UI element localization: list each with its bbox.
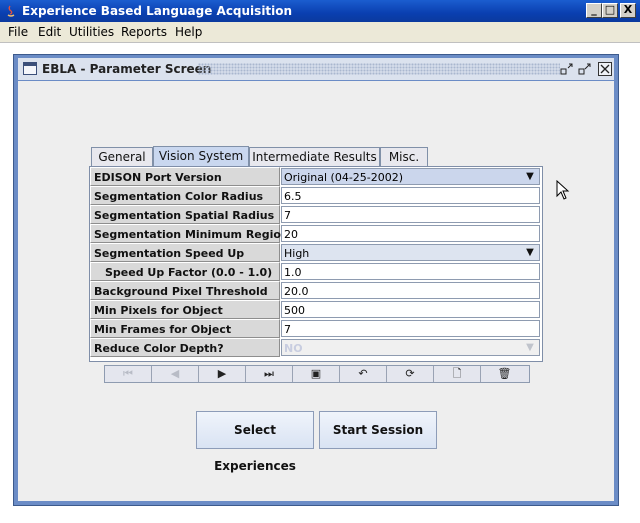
previous-record-icon: ◀ xyxy=(170,367,180,380)
param-label: Segmentation Minimum Region xyxy=(90,224,289,243)
background-threshold-field[interactable]: 20.0 xyxy=(281,282,540,299)
table-row: Segmentation Color Radius 6.5 xyxy=(90,186,542,205)
table-row: EDISON Port Version Original (04-25-2002… xyxy=(90,167,542,186)
frame-window-icon xyxy=(23,62,37,75)
next-record-icon: ▶ xyxy=(217,367,227,380)
table-row: Background Pixel Threshold 20.0 xyxy=(90,281,542,300)
param-label: EDISON Port Version xyxy=(90,167,280,186)
tab-misc[interactable]: Misc. xyxy=(380,147,428,166)
previous-record-button[interactable]: ◀ xyxy=(152,366,199,382)
table-row: Segmentation Speed Up High ▼ xyxy=(90,243,542,262)
menu-bar: File Edit Utilities Reports Help xyxy=(0,22,640,42)
undo-icon: ↶ xyxy=(358,367,368,380)
save-icon: ▣ xyxy=(310,367,322,380)
table-row: Min Pixels for Object 500 xyxy=(90,300,542,319)
menu-edit[interactable]: Edit xyxy=(38,25,61,39)
last-record-icon: ⏭ xyxy=(264,367,274,380)
parameter-table: EDISON Port Version Original (04-25-2002… xyxy=(89,166,543,362)
menu-file[interactable]: File xyxy=(8,25,28,39)
last-record-button[interactable]: ⏭ xyxy=(246,366,293,382)
frame-minimize-icon[interactable] xyxy=(560,62,574,76)
param-label: Background Pixel Threshold xyxy=(90,281,280,300)
min-frames-field[interactable]: 7 xyxy=(281,320,540,337)
param-value: NO xyxy=(284,342,303,355)
param-label: Speed Up Factor (0.0 - 1.0) xyxy=(90,262,280,281)
chevron-down-icon[interactable]: ▼ xyxy=(521,245,539,260)
undo-button[interactable]: ↶ xyxy=(340,366,387,382)
speed-up-factor-field[interactable]: 1.0 xyxy=(281,263,540,280)
param-value: High xyxy=(284,247,310,260)
start-session-button[interactable]: Start Session xyxy=(319,411,437,449)
table-row: Speed Up Factor (0.0 - 1.0) 1.0 xyxy=(90,262,542,281)
chevron-down-icon[interactable]: ▼ xyxy=(521,169,539,184)
frame-close-icon[interactable] xyxy=(598,62,612,76)
record-navigator: ⏮ ◀ ▶ ⏭ ▣ ↶ ⟳ 🗋 🗑 xyxy=(104,365,530,383)
param-label: Segmentation Spatial Radius xyxy=(90,205,280,224)
min-pixels-field[interactable]: 500 xyxy=(281,301,540,318)
table-row: Segmentation Spatial Radius 7 xyxy=(90,205,542,224)
delete-icon: 🗑 xyxy=(497,367,512,380)
table-row: Min Frames for Object 7 xyxy=(90,319,542,338)
table-row: Segmentation Minimum Region 20 xyxy=(90,224,542,243)
window-title: Experience Based Language Acquisition xyxy=(22,4,293,18)
menu-help[interactable]: Help xyxy=(175,25,202,39)
spatial-radius-field[interactable]: 7 xyxy=(281,206,540,223)
tab-general[interactable]: General xyxy=(91,147,153,166)
edison-port-version-select[interactable]: Original (04-25-2002) ▼ xyxy=(281,168,540,185)
chevron-down-icon: ▼ xyxy=(526,342,534,353)
maximize-button[interactable]: □ xyxy=(602,3,618,18)
refresh-button[interactable]: ⟳ xyxy=(387,366,434,382)
tab-vision-system[interactable]: Vision System xyxy=(153,146,249,166)
frame-title-bar[interactable]: EBLA - Parameter Screen xyxy=(18,58,614,80)
speed-up-select[interactable]: High ▼ xyxy=(281,244,540,261)
frame-content: General Vision System Intermediate Resul… xyxy=(18,81,614,501)
tab-intermediate-results[interactable]: Intermediate Results xyxy=(249,147,380,166)
mouse-cursor-icon xyxy=(556,180,570,200)
java-app-icon xyxy=(7,5,15,17)
color-radius-field[interactable]: 6.5 xyxy=(281,187,540,204)
minimize-button[interactable]: _ xyxy=(586,3,602,18)
menu-reports[interactable]: Reports xyxy=(121,25,167,39)
first-record-icon: ⏮ xyxy=(123,367,133,380)
param-label: Min Frames for Object xyxy=(90,319,280,338)
frame-maximize-icon[interactable] xyxy=(578,62,592,76)
close-button[interactable]: X xyxy=(620,3,636,18)
new-record-button[interactable]: 🗋 xyxy=(434,366,481,382)
title-grip xyxy=(198,63,560,75)
param-value: Original (04-25-2002) xyxy=(284,171,404,184)
menu-utilities[interactable]: Utilities xyxy=(69,25,114,39)
param-label: Min Pixels for Object xyxy=(90,300,280,319)
first-record-button[interactable]: ⏮ xyxy=(105,366,152,382)
next-record-button[interactable]: ▶ xyxy=(199,366,246,382)
param-label: Reduce Color Depth? xyxy=(90,338,280,357)
frame-title: EBLA - Parameter Screen xyxy=(42,62,212,76)
param-label: Segmentation Speed Up xyxy=(90,243,280,262)
reduce-color-depth-select: NO ▼ xyxy=(281,339,540,356)
table-row: Reduce Color Depth? NO ▼ xyxy=(90,338,542,357)
delete-button[interactable]: 🗑 xyxy=(481,366,528,382)
minimum-region-field[interactable]: 20 xyxy=(281,225,540,242)
select-experiences-button[interactable]: Select Experiences xyxy=(196,411,314,473)
save-button[interactable]: ▣ xyxy=(293,366,340,382)
new-record-icon: 🗋 xyxy=(452,367,462,380)
parameter-screen-frame: EBLA - Parameter Screen General Vision S… xyxy=(13,54,619,506)
param-label: Segmentation Color Radius xyxy=(90,186,280,205)
window-title-bar[interactable]: Experience Based Language Acquisition _ … xyxy=(0,0,640,22)
refresh-icon: ⟳ xyxy=(405,367,415,380)
